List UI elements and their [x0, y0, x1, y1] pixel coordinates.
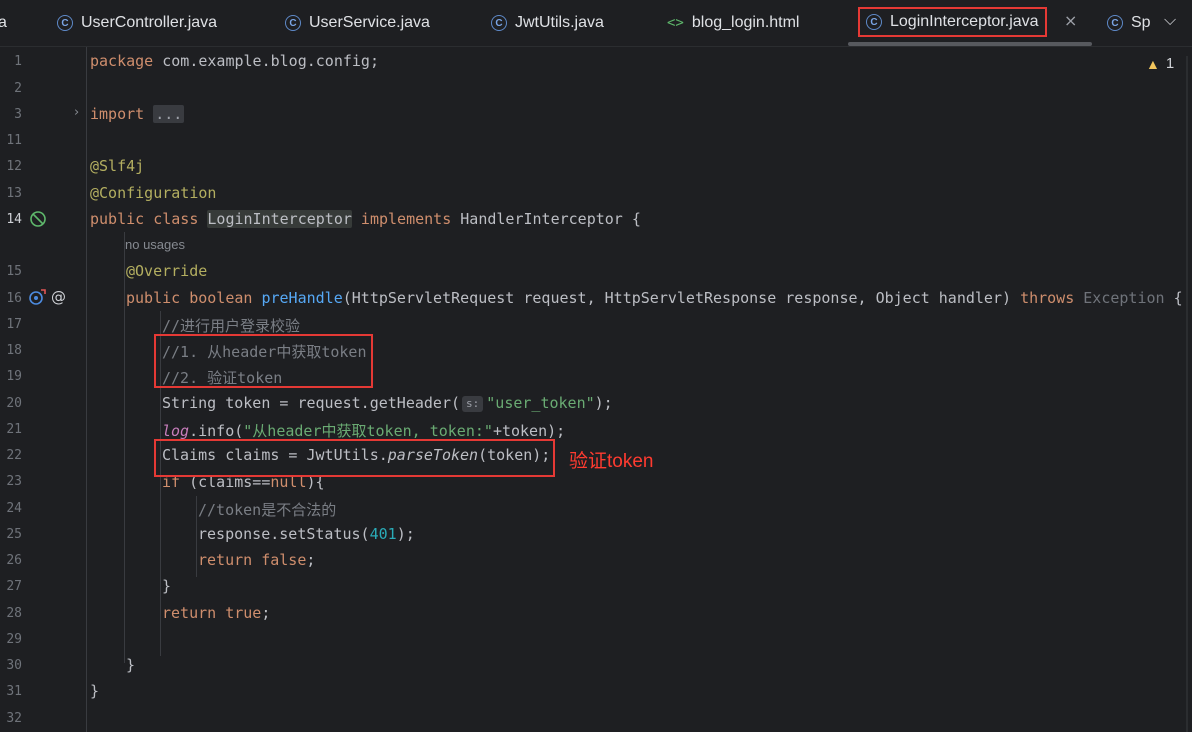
line-number: 19 — [6, 369, 22, 384]
code-line-20: String token = request.getHeader(s: "user… — [162, 394, 613, 412]
line-number: 29 — [6, 632, 22, 647]
warning-count: 1 — [1165, 55, 1175, 72]
code-line-21: log.info("从header中获取token, token:"+token… — [162, 422, 566, 440]
line-number: 21 — [6, 422, 22, 437]
line-number: 22 — [6, 448, 22, 463]
code-line-16: public boolean preHandle(HttpServletRequ… — [126, 289, 1183, 307]
line-number: 12 — [6, 159, 22, 174]
code-editor[interactable]: package com.example.blog.config; import … — [86, 47, 1192, 732]
overrides-method-icon[interactable] — [28, 288, 48, 310]
code-line-14: public class LoginInterceptor implements… — [90, 210, 641, 228]
indent-guide — [124, 232, 125, 663]
line-number: 17 — [6, 317, 22, 332]
html-icon: <> — [667, 15, 684, 31]
code-line-26: return false; — [198, 551, 316, 569]
line-number: 15 — [6, 264, 22, 279]
line-number: 11 — [6, 133, 22, 148]
line-number: 23 — [6, 474, 22, 489]
tab-label: JwtUtils.java — [515, 14, 604, 31]
line-number: 27 — [6, 579, 22, 594]
code-line-27: } — [162, 577, 172, 595]
tab-label: blog_login.html — [691, 14, 800, 31]
c-class-icon: C — [866, 14, 882, 30]
code-line-12: @Slf4j — [90, 157, 145, 175]
tab-label: UserService.java — [309, 14, 430, 31]
annotation-at-icon[interactable]: @ — [51, 288, 66, 306]
active-tab-indicator — [848, 42, 1092, 46]
line-number-gutter: 1 2 3 › 11 12 13 14 15 16 @ 17 18 19 20 … — [0, 47, 87, 732]
code-line-24: //token是不合法的 — [198, 501, 337, 519]
c-class-icon: C — [57, 15, 73, 31]
folded-imports[interactable]: ... — [153, 105, 185, 123]
tab-label: UserController.java — [81, 14, 218, 31]
c-class-icon: C — [285, 15, 301, 31]
line-number: 1 — [14, 54, 22, 69]
tab-logininterceptor[interactable]: C LoginInterceptor.java — [858, 7, 1047, 37]
c-class-icon: C — [491, 15, 507, 31]
code-line-17: //进行用户登录校验 — [162, 317, 301, 335]
warning-triangle-icon: ▲ — [1146, 55, 1160, 72]
code-line-3: import ... — [90, 105, 185, 123]
inspection-widget[interactable]: ▲ 1 — [1146, 55, 1174, 72]
line-number: 14 — [6, 212, 22, 227]
tab-label: LoginInterceptor.java — [890, 13, 1039, 30]
parameter-hint: s: — [462, 396, 484, 412]
tab-partial-right[interactable]: C Sp — [1107, 0, 1151, 46]
line-number: 16 — [6, 291, 22, 306]
close-tab-icon[interactable]: × — [1064, 11, 1077, 30]
editor-tab-bar: a C UserController.java C UserService.ja… — [0, 0, 1192, 47]
line-number: 13 — [6, 186, 22, 201]
code-line-31: } — [90, 682, 100, 700]
line-number: 28 — [6, 606, 22, 621]
c-class-icon: C — [1107, 15, 1123, 31]
code-line-30: } — [126, 656, 136, 674]
line-number: 31 — [6, 684, 22, 699]
indent-guide — [196, 496, 197, 577]
tab-userservice[interactable]: C UserService.java — [285, 0, 430, 46]
ide-window: a C UserController.java C UserService.ja… — [0, 0, 1192, 732]
highlight-box-comments — [154, 334, 373, 388]
line-number: 3 — [14, 107, 22, 122]
code-line-1: package com.example.blog.config; — [90, 52, 379, 70]
no-usages-hint[interactable]: no usages — [125, 237, 185, 252]
code-line-13: @Configuration — [90, 184, 217, 202]
line-number: 25 — [6, 527, 22, 542]
line-number: 30 — [6, 658, 22, 673]
code-line-28: return true; — [162, 604, 271, 622]
line-number: 2 — [14, 81, 22, 96]
annotation-note: 验证token — [569, 451, 654, 472]
tab-partial-left[interactable]: a — [0, 0, 7, 46]
code-line-25: response.setStatus(401); — [198, 525, 415, 543]
line-number: 18 — [6, 343, 22, 358]
tab-blog-login-html[interactable]: <> blog_login.html — [667, 0, 799, 46]
fold-expand-icon[interactable]: › — [74, 105, 79, 120]
no-implementation-icon[interactable] — [28, 209, 48, 233]
tab-label: a — [0, 14, 7, 31]
line-number: 26 — [6, 553, 22, 568]
tab-label: Sp — [1131, 14, 1151, 31]
scrollbar-track[interactable] — [1186, 56, 1188, 732]
tab-usercontroller[interactable]: C UserController.java — [57, 0, 217, 46]
line-number: 32 — [6, 711, 22, 726]
line-number: 20 — [6, 396, 22, 411]
tab-jwtutils[interactable]: C JwtUtils.java — [491, 0, 604, 46]
code-line-15: @Override — [126, 262, 208, 280]
highlight-box-parse-token — [154, 439, 555, 477]
chevron-down-icon[interactable]: ⌵ — [1164, 10, 1176, 30]
line-number: 24 — [6, 501, 22, 516]
